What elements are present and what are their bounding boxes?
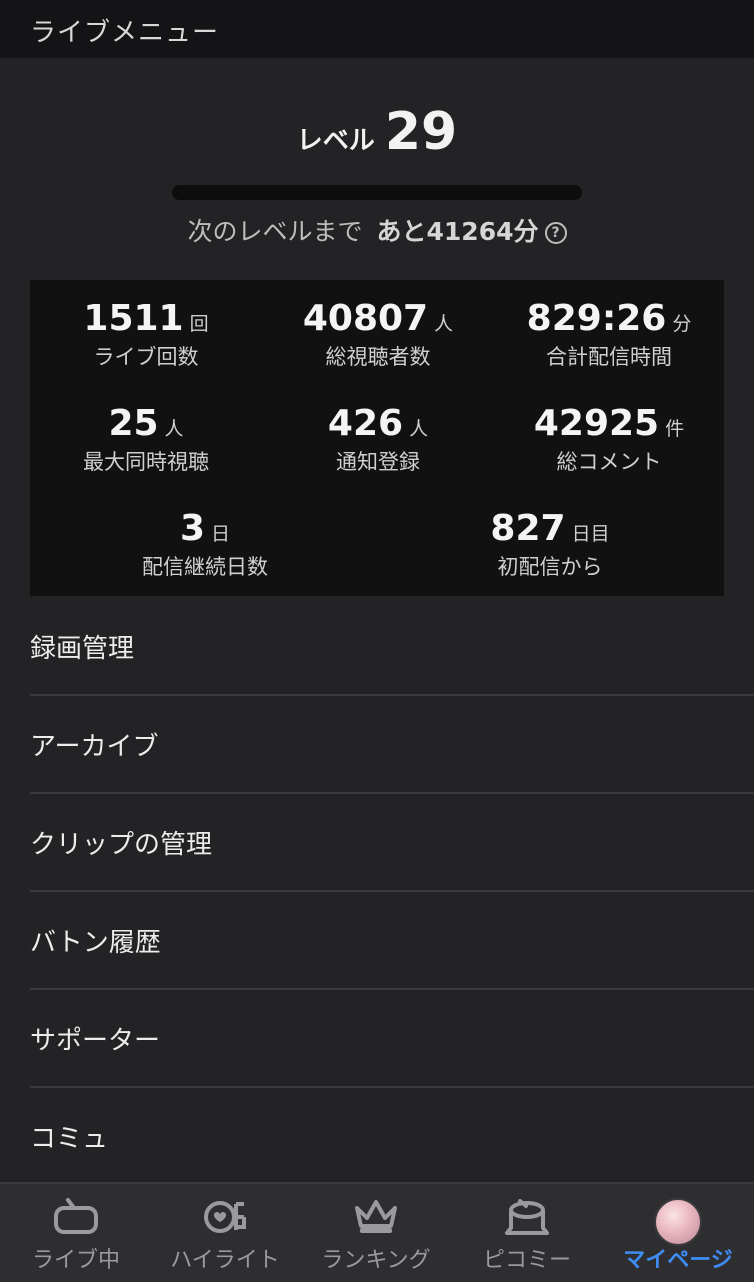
- tab-highlight[interactable]: ハイライト: [150, 1184, 300, 1282]
- top-bar: ライブメニュー: [0, 0, 754, 58]
- crown-icon: [353, 1198, 399, 1240]
- menu-item-archive[interactable]: アーカイブ: [30, 696, 754, 794]
- stat-unit: 分: [672, 313, 692, 335]
- highlight-icon: [202, 1198, 248, 1240]
- tab-label: ピコミー: [482, 1248, 571, 1273]
- level-progress-bar: [172, 185, 582, 200]
- stat-unit: 人: [164, 418, 184, 440]
- tv-icon: [54, 1198, 98, 1238]
- menu-item-label: アーカイブ: [30, 732, 159, 762]
- next-level-remaining: あと41264分: [376, 217, 539, 246]
- tab-label: ライブ中: [31, 1248, 120, 1273]
- next-level-info: 次のレベルまで あと41264分?: [0, 212, 754, 248]
- stat-total-comments: 42925 件 総コメント: [504, 403, 714, 476]
- stat-live-count: 1511 回 ライブ回数: [56, 298, 236, 371]
- stat-label: 配信継続日数: [142, 555, 268, 579]
- live-menu-list: 録画管理 アーカイブ クリップの管理 バトン履歴 サポーター コミュ: [0, 598, 754, 1186]
- stats-panel: 1511 回 ライブ回数 40807 人 総視聴者数 829:26 分 合計配信時間 …: [30, 280, 724, 596]
- tree-stump-icon: [504, 1198, 550, 1240]
- level-value: 29: [384, 102, 458, 162]
- stat-streak-days: 3日 配信継続日数: [120, 508, 290, 581]
- stat-value: 3: [179, 508, 206, 549]
- stat-label: ライブ回数: [93, 345, 199, 369]
- stat-max-concurrent: 25 人 最大同時視聴: [56, 403, 236, 476]
- avatar-image: [654, 1198, 702, 1246]
- menu-item-recordings[interactable]: 録画管理: [30, 598, 754, 696]
- tab-picomii[interactable]: ピコミー: [452, 1184, 602, 1282]
- stat-unit: 日目: [571, 523, 610, 545]
- bottom-tab-bar: ライブ中 ハイライト ランキング ピコミー マイページ: [0, 1182, 754, 1282]
- stat-value: 827: [490, 508, 566, 549]
- tab-label: ハイライト: [170, 1248, 280, 1273]
- stat-unit: 日: [211, 523, 231, 545]
- stat-value: 25: [108, 403, 159, 444]
- stat-value: 829:26: [526, 298, 667, 339]
- menu-item-community[interactable]: コミュ: [30, 1088, 754, 1186]
- stat-unit: 回: [189, 313, 209, 335]
- tab-label: ランキング: [321, 1248, 431, 1273]
- stat-unit: 人: [434, 313, 454, 335]
- stat-label: 総視聴者数: [325, 345, 431, 369]
- stat-notification-signups: 426 人 通知登録: [278, 403, 478, 476]
- menu-item-label: コミュ: [30, 1124, 109, 1154]
- tab-live[interactable]: ライブ中: [1, 1184, 151, 1282]
- stat-unit: 人: [409, 418, 429, 440]
- tab-mypage[interactable]: マイページ: [603, 1184, 753, 1282]
- menu-item-label: 録画管理: [30, 634, 135, 664]
- tab-ranking[interactable]: ランキング: [301, 1184, 451, 1282]
- stat-total-time: 829:26 分 合計配信時間: [504, 298, 714, 371]
- stat-label: 最大同時視聴: [83, 450, 209, 474]
- avatar: [654, 1198, 702, 1246]
- menu-item-label: バトン履歴: [30, 928, 161, 958]
- tab-label: マイページ: [623, 1248, 733, 1273]
- next-level-prefix: 次のレベルまで: [187, 217, 363, 246]
- menu-item-clips[interactable]: クリップの管理: [30, 794, 754, 892]
- menu-item-baton-history[interactable]: バトン履歴: [30, 892, 754, 990]
- stat-value: 40807: [302, 298, 429, 339]
- stat-label: 総コメント: [556, 450, 662, 474]
- menu-item-label: サポーター: [30, 1026, 161, 1056]
- stat-label: 通知登録: [336, 450, 420, 474]
- stat-label: 合計配信時間: [546, 345, 672, 369]
- page-title: ライブメニュー: [30, 18, 220, 48]
- stat-value: 1511: [83, 298, 184, 339]
- stat-total-viewers: 40807 人 総視聴者数: [278, 298, 478, 371]
- stat-value: 426: [327, 403, 404, 444]
- level-label: レベル: [296, 126, 375, 156]
- stat-value: 42925: [533, 403, 660, 444]
- menu-item-label: クリップの管理: [30, 830, 213, 860]
- level-display: レベル 29: [0, 102, 754, 162]
- stat-since-first: 827 日目 初配信から: [470, 508, 630, 581]
- question-circle-icon[interactable]: ?: [544, 222, 567, 244]
- menu-item-supporters[interactable]: サポーター: [30, 990, 754, 1088]
- stat-unit: 件: [665, 418, 685, 440]
- stat-label: 初配信から: [497, 555, 603, 579]
